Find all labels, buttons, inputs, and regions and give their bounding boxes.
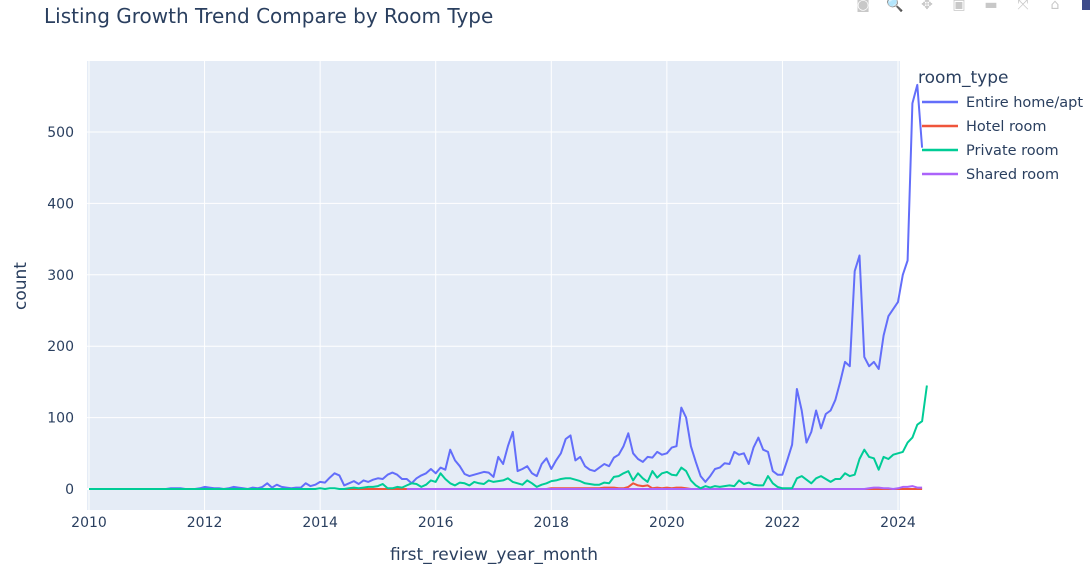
x-tick-label: 2010 <box>71 515 107 531</box>
legend-label: Shared room <box>966 167 1059 183</box>
x-tick-label: 2018 <box>533 515 569 531</box>
y-tick-label: 500 <box>47 125 74 141</box>
x-tick-label: 2022 <box>765 515 801 531</box>
legend: Entire home/apt Hotel room Private room Sha… <box>922 95 1083 183</box>
y-tick-label: 200 <box>47 339 74 355</box>
legend-label: Entire home/apt <box>966 95 1083 111</box>
x-tick-label: 2014 <box>302 515 338 531</box>
legend-label: Private room <box>966 143 1059 159</box>
x-tick-label: 2016 <box>418 515 454 531</box>
chart-title: Listing Growth Trend Compare by Room Typ… <box>44 4 493 28</box>
y-tick-label: 100 <box>47 411 74 427</box>
x-axis-ticks: 2010 2012 2014 2016 2018 2020 2022 2024 <box>71 515 916 531</box>
y-axis-title: count <box>11 262 31 310</box>
y-tick-label: 0 <box>65 482 74 498</box>
x-axis-title: first_review_year_month <box>390 545 598 565</box>
legend-item[interactable]: Private room <box>922 143 1059 159</box>
legend-item[interactable]: Shared room <box>922 167 1059 183</box>
chart: Listing Growth Trend Compare by Room Typ… <box>11 4 1083 565</box>
y-tick-label: 300 <box>47 268 74 284</box>
legend-item[interactable]: Hotel room <box>922 119 1047 135</box>
x-tick-label: 2024 <box>880 515 916 531</box>
x-tick-label: 2020 <box>649 515 685 531</box>
legend-title: room_type <box>918 68 1008 88</box>
legend-label: Hotel room <box>966 119 1047 135</box>
legend-item[interactable]: Entire home/apt <box>922 95 1083 111</box>
x-tick-label: 2012 <box>187 515 223 531</box>
y-axis-ticks: 0 100 200 300 400 500 <box>47 125 74 498</box>
y-tick-label: 400 <box>47 196 74 212</box>
plot-area[interactable] <box>87 61 900 510</box>
